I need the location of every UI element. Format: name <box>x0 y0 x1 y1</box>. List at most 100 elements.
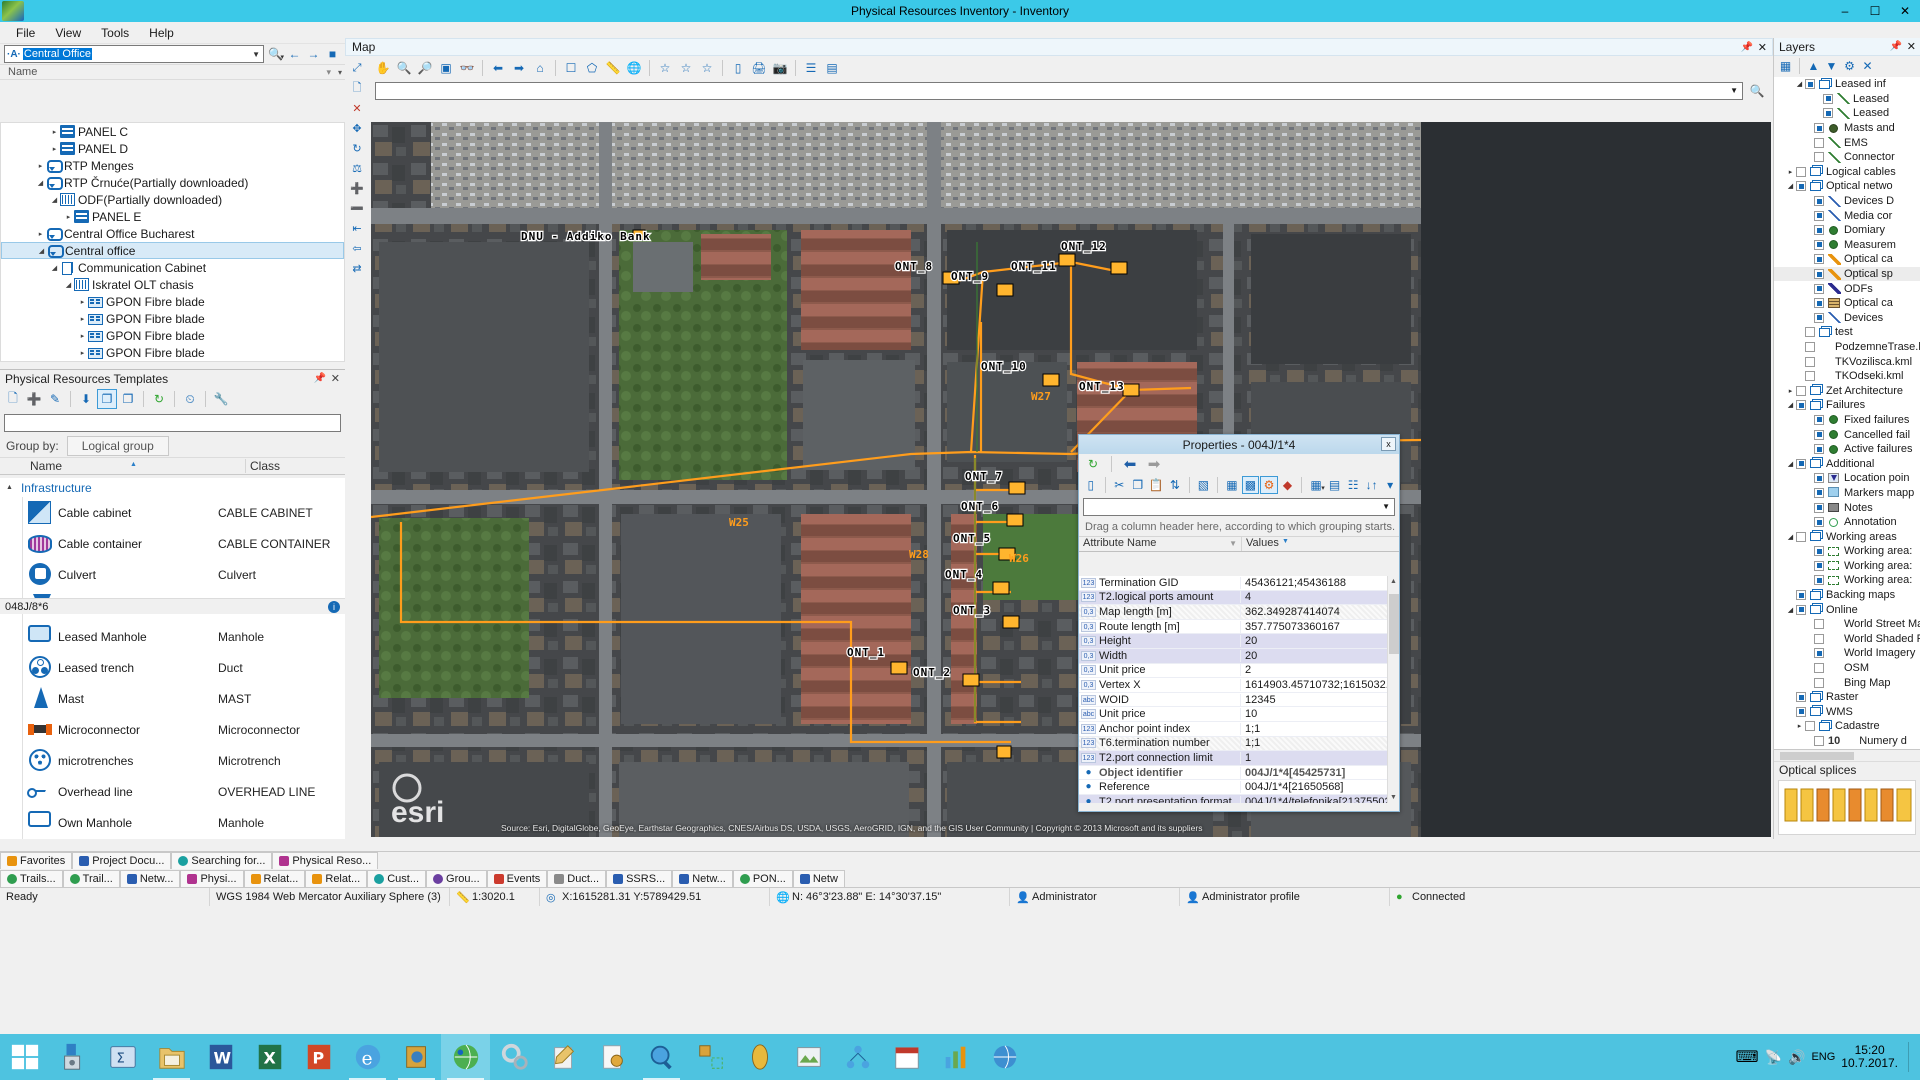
layer-checkbox[interactable] <box>1814 473 1824 484</box>
tab-relat[interactable]: Relat... <box>243 870 306 887</box>
layer-checkbox[interactable] <box>1814 487 1824 498</box>
tree-expander[interactable]: ▸ <box>77 298 88 306</box>
pin-icon[interactable]: 📌 <box>1890 41 1902 52</box>
layer-item-connector[interactable]: Connector <box>1774 150 1920 165</box>
add-vertex-icon[interactable]: ➕ <box>348 180 366 197</box>
layer-item-test[interactable]: test <box>1774 325 1920 340</box>
taskbar-media-app[interactable] <box>735 1034 784 1080</box>
layer-item-bing-map[interactable]: Bing Map <box>1774 675 1920 690</box>
layer-checkbox[interactable] <box>1814 312 1824 323</box>
layer-item-failures[interactable]: ◢ Failures <box>1774 398 1920 413</box>
new-template-icon[interactable]: 🗋 <box>3 389 23 409</box>
tab-trail[interactable]: Trail... <box>62 870 120 887</box>
show-desktop-button[interactable] <box>1908 1042 1914 1072</box>
tree-expander[interactable]: ◢ <box>49 264 60 272</box>
scrollbar-thumb[interactable] <box>1780 752 1854 760</box>
language-indicator[interactable]: ENG <box>1811 1051 1835 1063</box>
template-row[interactable]: Cable cabinet CABLE CABINET <box>0 497 345 528</box>
attribute-value[interactable]: 004J/1*4[45425731] <box>1241 767 1387 779</box>
layer-expander[interactable]: ▸ <box>1794 722 1805 730</box>
layer-checkbox[interactable] <box>1796 692 1806 703</box>
close-icon[interactable]: ✕ <box>1758 41 1767 54</box>
template-row[interactable]: Overhead line OVERHEAD LINE <box>0 776 345 807</box>
taskbar-powerpoint[interactable]: P <box>294 1034 343 1080</box>
tree-expander[interactable]: ▸ <box>77 315 88 323</box>
tree-item-panel-c[interactable]: ▸ PANEL C <box>1 123 344 140</box>
close-icon[interactable]: ✕ <box>1907 40 1916 53</box>
taskbar-database-app[interactable] <box>392 1034 441 1080</box>
tree-expander[interactable]: ▸ <box>49 145 60 153</box>
navigator-search-bar[interactable]: ·A· Central Office ▼ 🔍 ▾ ← → ■ <box>0 44 345 64</box>
property-row[interactable]: 0,3 Route length [m] 357.775073360167 <box>1079 620 1387 635</box>
resource-tree[interactable]: ▸ PANEL C ▸ PANEL D ▸ RTP Menges ◢ RTP Črnuće(P… <box>0 122 345 362</box>
back-arrow-icon[interactable]: ⬅ <box>1120 454 1140 474</box>
attribute-value[interactable]: 1 <box>1241 752 1387 764</box>
layer-expander[interactable]: ◢ <box>1785 533 1796 541</box>
zoom-to-feature-icon[interactable]: ▧ <box>1195 476 1213 494</box>
tree-expander[interactable]: ◢ <box>35 179 46 187</box>
layer-expander[interactable]: ◢ <box>1785 182 1796 190</box>
attribute-value[interactable]: 45436121;45436188 <box>1241 577 1387 589</box>
download-icon[interactable]: ⬇ <box>76 389 96 409</box>
sort-toggle-icon[interactable]: ⇅ <box>1166 476 1184 494</box>
tree-expander[interactable]: ◢ <box>36 247 47 255</box>
chevron-down-icon[interactable]: ▼ <box>1382 502 1390 511</box>
property-row[interactable]: 123 T2.port connection limit 1 <box>1079 751 1387 766</box>
layer-checkbox[interactable] <box>1814 239 1824 250</box>
tab-netw[interactable]: Netw... <box>672 870 733 887</box>
taskbar-settings-app[interactable] <box>490 1034 539 1080</box>
layer-checkbox[interactable] <box>1796 706 1806 717</box>
map-address-row[interactable]: ▼ 🔍 <box>345 80 1773 102</box>
layer-checkbox[interactable] <box>1796 590 1806 601</box>
layer-item-world-shaded-re[interactable]: World Shaded Re <box>1774 632 1920 647</box>
property-row[interactable]: ● T2.port presentation format 004J/1*4/tel… <box>1079 794 1387 803</box>
show-attributes-icon[interactable]: ▩ <box>1241 476 1260 494</box>
attribute-value[interactable]: 1;1 <box>1241 737 1387 749</box>
layer-item-markers-mapp[interactable]: Markers mapp <box>1774 486 1920 501</box>
tree-item-odf-partially-downloaded[interactable]: ◢ ODF(Partially downloaded) <box>1 191 344 208</box>
layers-toolbar[interactable]: ▦ ▲ ▼ ⚙ ✕ <box>1774 56 1920 76</box>
bookmark-add-icon[interactable]: ☆ <box>655 58 675 78</box>
layer-checkbox[interactable] <box>1814 414 1824 425</box>
find-records-icon[interactable]: ▦ <box>1223 476 1241 494</box>
tree-expander[interactable]: ▸ <box>63 213 74 221</box>
property-row[interactable]: 0,3 Width 20 <box>1079 648 1387 664</box>
scroll-down-icon[interactable]: ▼ <box>1390 794 1397 801</box>
properties-nav-toolbar[interactable]: ↻ ⬅ ➡ <box>1079 454 1399 474</box>
layer-checkbox[interactable] <box>1814 254 1824 265</box>
tree-item-gpon-fibre-blade[interactable]: ▸ GPON Fibre blade <box>1 310 344 327</box>
taskbar-file-explorer[interactable] <box>49 1034 98 1080</box>
layer-item-devices[interactable]: Devices <box>1774 311 1920 326</box>
label-icon[interactable]: ▯ <box>728 58 748 78</box>
layer-checkbox[interactable] <box>1814 575 1824 586</box>
tree-header-caret-icon[interactable]: ▾ <box>338 68 342 77</box>
attribute-value[interactable]: 10 <box>1241 708 1387 720</box>
layer-item-numery-d[interactable]: 10 Numery d <box>1774 734 1920 749</box>
tree-item-panel-d[interactable]: ▸ PANEL D <box>1 140 344 157</box>
cut-icon[interactable]: ✂ <box>1111 476 1129 494</box>
layer-checkbox[interactable] <box>1805 327 1815 338</box>
taskbar-network-app[interactable] <box>833 1034 882 1080</box>
properties-rows[interactable]: 123 Termination GID 45436121;45436188 123 T2… <box>1079 576 1387 803</box>
navigator-combo[interactable]: ·A· Central Office ▼ <box>4 45 264 63</box>
navigator-buttons[interactable]: 🔍 ▾ ← → ■ <box>267 46 341 63</box>
layer-item-zet-architecture[interactable]: ▸ Zet Architecture <box>1774 383 1920 398</box>
filter-funnel-icon[interactable]: ⏲ <box>180 389 200 409</box>
new-feature-icon[interactable]: 🗋 <box>348 80 366 97</box>
template-row[interactable]: Microconnector Microconnector <box>0 714 345 745</box>
window-controls[interactable]: – ☐ ✕ <box>1830 0 1920 22</box>
taskbar-powershell[interactable]: Σ <box>98 1034 147 1080</box>
copy-template-icon[interactable]: ❐ <box>118 389 138 409</box>
pin-icon[interactable]: 📌 <box>314 373 326 384</box>
system-tray[interactable]: ⌨ 📡 🔊 ENG 15:20 10.7.2017. <box>1735 1042 1920 1072</box>
layer-item-annotation[interactable]: Annotation <box>1774 515 1920 530</box>
layer-checkbox[interactable] <box>1814 137 1824 148</box>
filter-icon[interactable]: ▾ <box>326 67 331 78</box>
print-icon[interactable]: 🖨 <box>749 58 769 78</box>
layer-expander[interactable]: ▸ <box>1785 387 1796 395</box>
previous-extent-icon[interactable]: ⬅ <box>488 58 508 78</box>
tab-project-docu[interactable]: Project Docu... <box>72 852 172 869</box>
layer-checkbox[interactable] <box>1814 648 1824 659</box>
layer-expander[interactable]: ◢ <box>1794 80 1805 88</box>
split-icon[interactable]: ⚖ <box>348 160 366 177</box>
